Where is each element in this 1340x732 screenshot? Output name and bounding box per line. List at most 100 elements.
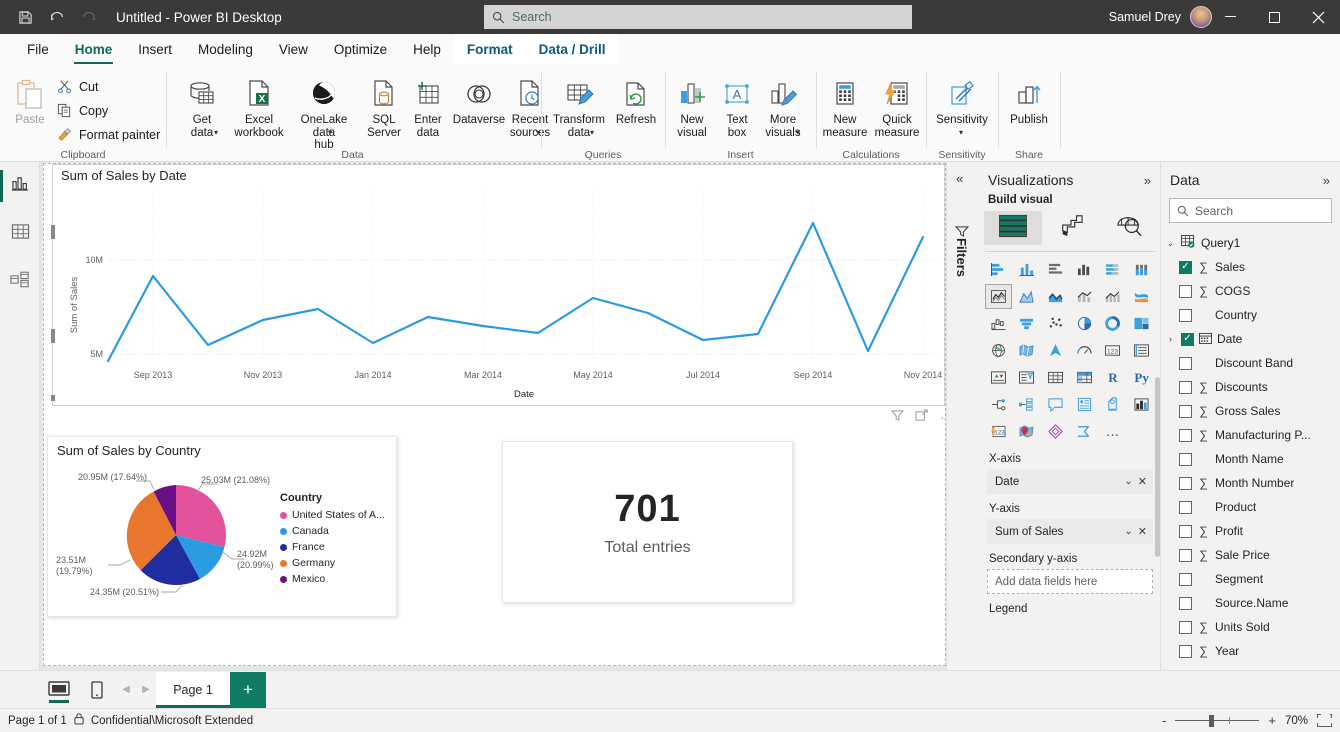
field-well-y-axis[interactable]: Sum of Sales ⌄ ✕ [987,519,1153,544]
viz-donut-chart-icon[interactable] [1100,311,1127,336]
onelake-chevron-down-icon[interactable]: ▾ [328,128,332,137]
rail-item-model-view[interactable] [0,258,40,306]
checkbox-icon[interactable] [1179,428,1192,442]
build-tab-fields[interactable] [984,211,1042,245]
desktop-layout-icon[interactable] [40,671,78,709]
filters-pane-label[interactable]: Filters [954,238,969,277]
viz-stacked-area-chart-icon[interactable] [1042,284,1069,309]
viz-card-icon[interactable]: 123 [1100,338,1127,363]
ribbon-tab-format[interactable]: Format [453,34,526,64]
viz-line-chart-icon[interactable] [985,284,1012,309]
ribbon-tab-data-drill[interactable]: Data / Drill [525,34,619,64]
viz-matrix-icon[interactable] [1071,365,1098,390]
checkbox-icon[interactable] [1179,572,1192,586]
data-field-segment[interactable]: Segment [1161,567,1340,591]
ribbon-tab-file[interactable]: File [14,34,62,64]
filter-icon[interactable] [890,409,905,422]
data-field-discount-band[interactable]: Discount Band [1161,351,1340,375]
report-canvas[interactable]: Sum of Sales by Date Sum of Sales 10M 5M [40,162,946,670]
viz-area-chart-icon[interactable] [1014,284,1041,309]
viz-kpi-icon[interactable] [985,365,1012,390]
legend-item-mexico[interactable]: Mexico [280,573,385,585]
data-field-cogs[interactable]: ∑ COGS [1161,279,1340,303]
data-field-country[interactable]: Country [1161,303,1340,327]
data-field-date[interactable]: › Date [1161,327,1340,351]
remove-field-icon[interactable]: ✕ [1138,475,1147,488]
data-field-sales[interactable]: ∑ Sales [1161,255,1340,279]
viz-arcgis-map-icon[interactable] [1014,419,1041,444]
sensitivity-chevron-down-icon[interactable]: ▾ [959,128,963,137]
build-tab-format[interactable] [1042,211,1100,245]
quick-measure-button[interactable]: Quick measure [871,76,923,139]
checkbox-icon[interactable] [1179,284,1192,298]
viz-clustered-bar-chart-icon[interactable] [1042,257,1069,282]
viz-multi-row-card-icon[interactable] [1128,338,1155,363]
data-search-input[interactable]: Search [1169,198,1332,223]
maximize-button[interactable] [1252,0,1296,34]
data-field-source-name[interactable]: Source.Name [1161,591,1340,615]
cut-button[interactable]: Cut [56,78,98,95]
search-box[interactable]: Search [484,5,912,29]
viz-line-clustered-column-chart-icon[interactable] [1100,284,1127,309]
new-measure-button[interactable]: New measure [819,76,871,139]
viz-line-stacked-column-chart-icon[interactable] [1071,284,1098,309]
viz-narrative-icon[interactable] [1071,392,1098,417]
onelake-data-hub-button[interactable]: OneLake data hub [288,76,360,152]
viz-filled-map-icon[interactable] [1014,338,1041,363]
viz-smart-narrative-icon[interactable]: 123 [985,419,1012,444]
rail-item-report-view[interactable] [0,162,40,210]
visual-line-chart[interactable]: Sum of Sales by Date Sum of Sales 10M 5M [51,164,946,421]
get-data-button[interactable]: Get data [176,76,228,139]
next-page-arrow-icon[interactable]: ▶ [136,684,156,695]
viz-decomposition-tree-icon[interactable] [985,392,1012,417]
chevron-double-right-icon[interactable]: » [1144,173,1151,188]
chevron-down-icon[interactable]: ⌄ [1124,476,1132,487]
text-box-button[interactable]: A Text box [716,76,758,139]
ribbon-tab-help[interactable]: Help [400,34,454,64]
checkbox-icon[interactable] [1179,500,1192,514]
viz-ribbon-chart-icon[interactable] [1128,284,1155,309]
viz-power-apps-icon[interactable] [1128,392,1155,417]
visual-footer-actions[interactable]: … [858,404,946,426]
dataverse-button[interactable]: Dataverse [450,76,508,127]
mobile-layout-icon[interactable] [78,671,116,709]
transform-data-button[interactable]: Transform data [546,76,612,139]
viz-azure-map-icon[interactable] [1042,338,1069,363]
sensitivity-button[interactable]: Sensitivity [930,76,994,127]
undo-icon[interactable] [42,4,72,30]
ribbon-tab-insert[interactable]: Insert [125,34,185,64]
viz-funnel-chart-icon[interactable] [1014,311,1041,336]
save-icon[interactable] [10,4,40,30]
enter-data-button[interactable]: Enter data [406,76,450,139]
focus-mode-icon[interactable] [915,408,929,422]
data-table-query1[interactable]: ⌄ Query1 [1161,231,1340,255]
viz-stacked-column-chart-icon[interactable] [1014,257,1041,282]
checkbox-icon[interactable] [1179,404,1192,418]
data-field-product[interactable]: Product [1161,495,1340,519]
viz-azure-stream-icon[interactable] [1071,419,1098,444]
remove-field-icon[interactable]: ✕ [1138,525,1147,538]
viz-slicer-icon[interactable] [1014,365,1041,390]
viz-scatter-chart-icon[interactable] [1042,311,1069,336]
zoom-out-button[interactable]: - [1162,713,1166,728]
checkbox-icon[interactable] [1179,596,1192,610]
data-field-month-number[interactable]: ∑ Month Number [1161,471,1340,495]
checkbox-checked-icon[interactable] [1179,260,1192,274]
viz-map-icon[interactable] [985,338,1012,363]
data-field-profit[interactable]: ∑ Profit [1161,519,1340,543]
recent-sources-chevron-down-icon[interactable]: ▾ [536,128,540,137]
chevron-down-icon[interactable]: ⌄ [1165,238,1176,249]
viz-gauge-icon[interactable] [1071,338,1098,363]
chevron-double-right-icon[interactable]: » [1323,173,1330,188]
page-tab-page-1[interactable]: Page 1 [156,671,230,708]
viz-clustered-column-chart-icon[interactable] [1071,257,1098,282]
paste-button[interactable]: Paste [8,76,52,127]
chevron-right-icon[interactable]: › [1165,334,1176,344]
data-field-gross-sales[interactable]: ∑ Gross Sales [1161,399,1340,423]
ribbon-tab-optimize[interactable]: Optimize [321,34,400,64]
viz-stacked-bar-chart-icon[interactable] [985,257,1012,282]
report-page[interactable]: Sum of Sales by Date Sum of Sales 10M 5M [43,163,946,666]
copy-button[interactable]: Copy [56,102,108,119]
fit-to-page-icon[interactable] [1316,713,1335,727]
checkbox-icon[interactable] [1179,380,1192,394]
